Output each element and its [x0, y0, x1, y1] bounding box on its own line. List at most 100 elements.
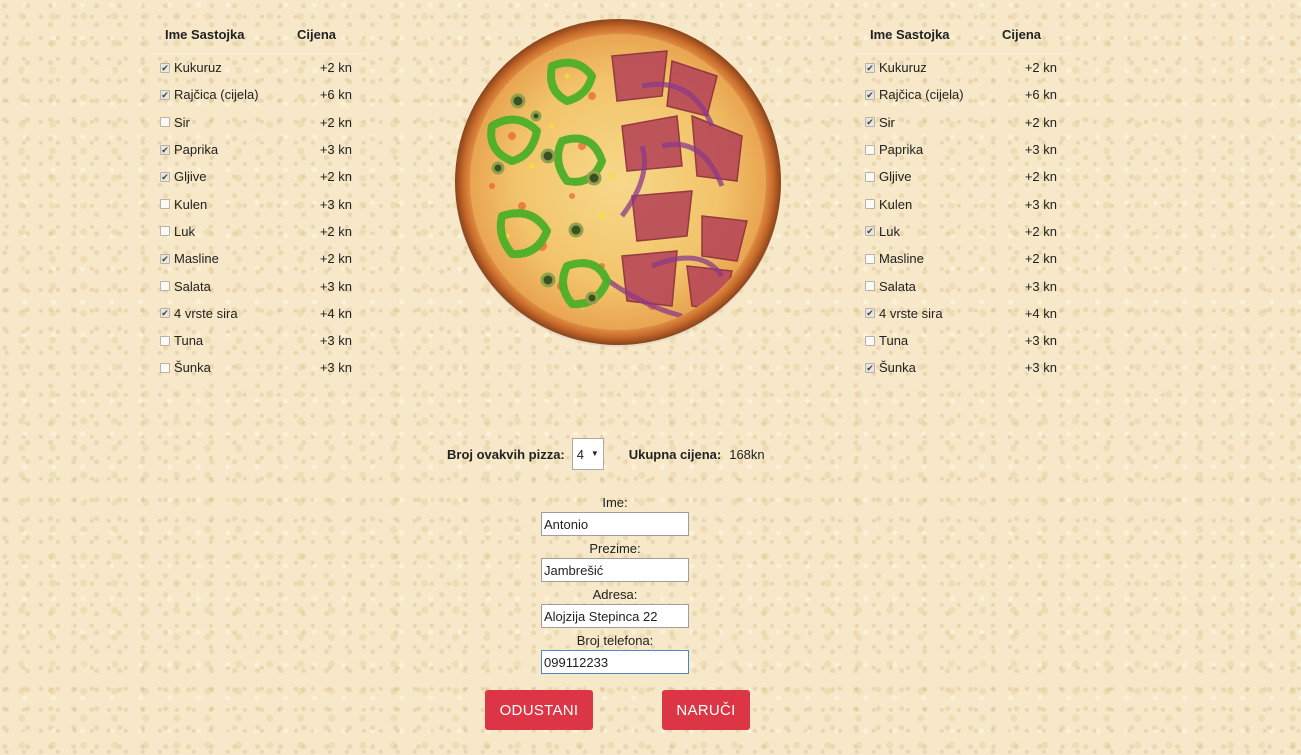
ingredient-label: Paprika — [174, 142, 219, 158]
ingredient-price: +2 kn — [319, 223, 352, 239]
ingredient-name-cell: ✔ 4 vrste sira — [150, 306, 290, 321]
ingredient-name-cell: ✔ Luk — [855, 224, 995, 239]
ingredient-checkbox[interactable]: ✔ — [160, 62, 170, 73]
ingredient-checkbox[interactable]: ✔ — [865, 89, 875, 100]
ingredients-header: Ime Sastojka Cijena — [150, 27, 365, 54]
ingredient-checkbox[interactable]: ✔ — [865, 117, 875, 128]
ingredient-row: ✔ Masline +2 kn — [150, 245, 365, 272]
ingredient-label: Luk — [174, 223, 195, 239]
ingredient-rows: ✔ Kukuruz +2 kn ✔ Rajčica (cijela) +6 kn Sir +2… — [150, 54, 365, 382]
ingredient-checkbox[interactable]: ✔ — [865, 308, 875, 319]
first-name-label: Ime: — [602, 495, 628, 510]
ingredient-checkbox[interactable] — [865, 335, 875, 346]
ingredient-label: Luk — [879, 223, 900, 239]
ingredient-name-cell: Salata — [855, 279, 995, 294]
ingredient-label: Kulen — [879, 196, 913, 212]
address-field[interactable] — [541, 604, 689, 628]
ingredient-row: Sir +2 kn — [150, 109, 365, 136]
customer-form: Ime: Prezime: Adresa: Broj telefona: — [541, 495, 689, 679]
ingredient-name-cell: Tuna — [150, 333, 290, 348]
ingredient-label: Salata — [174, 278, 211, 294]
ingredient-price: +2 kn — [1024, 60, 1057, 76]
ingredient-checkbox[interactable]: ✔ — [865, 226, 875, 237]
ingredient-checkbox[interactable]: ✔ — [160, 308, 170, 319]
ingredient-checkbox[interactable]: ✔ — [865, 62, 875, 73]
ingredient-label: Rajčica (cijela) — [879, 87, 964, 103]
ingredient-row: Kulen +3 kn — [150, 190, 365, 217]
ingredient-label: Gljive — [174, 169, 207, 185]
quantity-select[interactable]: 4 ▼ — [571, 438, 604, 470]
ingredient-checkbox[interactable] — [160, 281, 170, 292]
ingredient-price: +2 kn — [319, 251, 352, 267]
ingredient-label: Sir — [174, 114, 190, 130]
quantity-and-total: Broj ovakvih pizza: 4 ▼ Ukupna cijena: 1… — [447, 438, 765, 470]
ingredient-name-cell: ✔ Rajčica (cijela) — [150, 87, 290, 102]
ingredient-name-cell: Gljive — [855, 169, 995, 184]
ingredient-price: +2 kn — [1024, 251, 1057, 267]
first-name-field[interactable] — [541, 512, 689, 536]
ingredient-label: Kukuruz — [879, 60, 927, 76]
ingredient-label: Gljive — [879, 169, 912, 185]
ingredient-checkbox[interactable]: ✔ — [160, 253, 170, 264]
ingredient-price: +3 kn — [1024, 360, 1057, 376]
ingredient-checkbox[interactable] — [160, 335, 170, 346]
ingredient-label: Šunka — [174, 360, 211, 376]
ingredient-name-cell: Salata — [150, 279, 290, 294]
ingredient-checkbox[interactable] — [160, 226, 170, 237]
ingredient-price: +3 kn — [319, 333, 352, 349]
header-ingredient-name: Ime Sastojka — [165, 27, 245, 42]
ingredient-price: +6 kn — [1024, 87, 1057, 103]
total-value: 168kn — [729, 446, 765, 462]
quantity-select-value: 4 — [576, 446, 584, 462]
ingredient-row: ✔ Luk +2 kn — [855, 218, 1070, 245]
ingredient-label: Masline — [879, 251, 924, 267]
address-label: Adresa: — [592, 587, 638, 602]
ingredient-checkbox[interactable] — [865, 199, 875, 210]
ingredient-label: Sir — [879, 114, 895, 130]
last-name-field[interactable] — [541, 558, 689, 582]
phone-label: Broj telefona: — [576, 633, 654, 648]
ingredient-checkbox[interactable] — [865, 281, 875, 292]
header-price: Cijena — [1002, 27, 1042, 42]
ingredient-price: +3 kn — [1024, 196, 1057, 212]
ingredient-price: +3 kn — [1024, 333, 1057, 349]
ingredient-label: 4 vrste sira — [879, 305, 943, 321]
ingredient-checkbox[interactable]: ✔ — [160, 171, 170, 182]
ingredient-row: ✔ Kukuruz +2 kn — [855, 54, 1070, 81]
ingredient-name-cell: Paprika — [855, 142, 995, 157]
ingredient-row: ✔ 4 vrste sira +4 kn — [150, 300, 365, 327]
ingredient-name-cell: ✔ Sir — [855, 115, 995, 130]
ingredient-label: Masline — [174, 251, 219, 267]
pizza-image — [455, 19, 781, 347]
ingredient-row: Kulen +3 kn — [855, 190, 1070, 217]
ingredient-name-cell: Tuna — [855, 333, 995, 348]
order-button[interactable]: NARUČI — [662, 690, 750, 730]
ingredients-table-right-half: Ime Sastojka Cijena ✔ Kukuruz +2 kn ✔ Rajčic… — [855, 27, 1070, 382]
ingredient-checkbox[interactable] — [865, 253, 875, 264]
ingredient-price: +6 kn — [319, 87, 352, 103]
cancel-button[interactable]: ODUSTANI — [485, 690, 593, 730]
ingredient-checkbox[interactable]: ✔ — [160, 144, 170, 155]
ingredient-name-cell: ✔ Masline — [150, 251, 290, 266]
ingredient-name-cell: ✔ 4 vrste sira — [855, 306, 995, 321]
ingredient-row: Salata +3 kn — [855, 272, 1070, 299]
ingredient-row: ✔ Kukuruz +2 kn — [150, 54, 365, 81]
ingredient-row: Luk +2 kn — [150, 218, 365, 245]
quantity-label: Broj ovakvih pizza: — [447, 446, 565, 462]
ingredient-name-cell: ✔ Kukuruz — [855, 60, 995, 75]
ingredient-checkbox[interactable] — [160, 362, 170, 373]
ingredients-table-left-half: Ime Sastojka Cijena ✔ Kukuruz +2 kn ✔ Rajčic… — [150, 27, 365, 382]
ingredient-row: ✔ Sir +2 kn — [855, 109, 1070, 136]
ingredient-checkbox[interactable] — [865, 144, 875, 155]
ingredients-header: Ime Sastojka Cijena — [855, 27, 1070, 54]
ingredient-label: Šunka — [879, 360, 916, 376]
ingredient-checkbox[interactable] — [160, 199, 170, 210]
ingredient-checkbox[interactable] — [865, 171, 875, 182]
ingredient-checkbox[interactable]: ✔ — [865, 362, 875, 373]
ingredient-checkbox[interactable] — [160, 117, 170, 128]
ingredient-row: Tuna +3 kn — [855, 327, 1070, 354]
ingredient-name-cell: ✔ Rajčica (cijela) — [855, 87, 995, 102]
ingredient-checkbox[interactable]: ✔ — [160, 89, 170, 100]
ingredient-price: +2 kn — [1024, 169, 1057, 185]
phone-field[interactable] — [541, 650, 689, 674]
